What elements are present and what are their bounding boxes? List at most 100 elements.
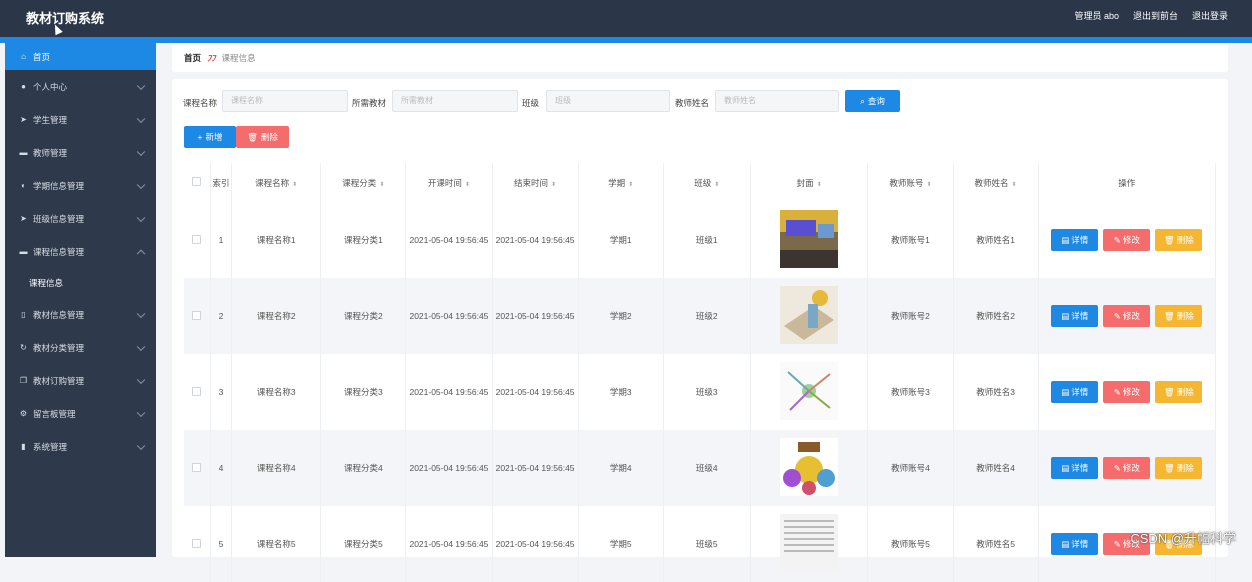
- sidebar-item-textbook-category-management[interactable]: ↻ 教材分类管理: [5, 331, 156, 364]
- cell-cover: [750, 278, 869, 354]
- chevron-down-icon: [136, 342, 146, 351]
- sidebar-item-textbook-management[interactable]: ▯ 教材信息管理: [5, 298, 156, 331]
- edit-button[interactable]: ✎ 修改: [1103, 229, 1151, 251]
- sidebar-item-term-management[interactable]: ◐ 学期信息管理: [5, 169, 156, 202]
- edit-button[interactable]: ✎ 修改: [1103, 305, 1151, 327]
- cell-class: 班级3: [663, 354, 751, 430]
- add-button[interactable]: + 新增: [184, 126, 236, 148]
- logout-link[interactable]: 退出登录: [1192, 9, 1228, 22]
- edit-label: 修改: [1122, 463, 1140, 473]
- cell-start-time: 2021-05-04 19:56:45: [405, 202, 493, 278]
- cell-teacher-account: 教师账号5: [867, 506, 954, 582]
- row-checkbox[interactable]: [192, 234, 202, 244]
- delete-button[interactable]: 🗑 删除: [1155, 229, 1203, 251]
- sidebar-item-system-management[interactable]: ▮ 系统管理: [5, 430, 156, 463]
- delete-button[interactable]: 🗑 删除: [1155, 305, 1203, 327]
- cover-image: [780, 438, 839, 496]
- sidebar-item-class-management[interactable]: ➤ 班级信息管理: [5, 202, 156, 235]
- person-icon: ●: [21, 82, 26, 91]
- cell-term: 学期3: [578, 354, 664, 430]
- sidebar-item-label: 学期信息管理: [33, 180, 85, 191]
- detail-button[interactable]: ▤ 详情: [1051, 305, 1099, 327]
- sidebar-item-label: 学生管理: [33, 114, 68, 125]
- detail-button[interactable]: ▤ 详情: [1051, 533, 1099, 555]
- sort-icon: ⬍: [379, 181, 385, 188]
- sidebar-item-label: 留言板管理: [33, 408, 76, 419]
- chevron-up-icon: [136, 249, 146, 258]
- course-name-input[interactable]: 课程名称: [222, 90, 348, 112]
- sort-icon: ⬍: [551, 181, 557, 188]
- col-end-time[interactable]: 结束时间 ⬍: [492, 163, 579, 202]
- class-input[interactable]: 班级: [546, 90, 670, 112]
- sort-icon: ⬍: [1011, 181, 1017, 188]
- delete-button[interactable]: 🗑 删除: [1155, 457, 1203, 479]
- row-checkbox[interactable]: [192, 310, 202, 320]
- cell-class: 班级4: [663, 430, 751, 506]
- col-cover[interactable]: 封面 ⬍: [750, 163, 869, 202]
- cell-index: 2: [210, 278, 233, 354]
- delete-button[interactable]: 🗑 删除: [1155, 381, 1203, 403]
- breadcrumb-home[interactable]: 首页: [184, 52, 201, 64]
- sidebar-item-student-management[interactable]: ➤ 学生管理: [5, 103, 156, 136]
- table-row: 3 课程名称3 课程分类3 2021-05-04 19:56:45 2021-05-04…: [184, 354, 1217, 430]
- sort-icon: ⬍: [464, 181, 470, 188]
- col-label: 班级: [694, 177, 712, 188]
- delete-label: 删除: [1176, 463, 1194, 473]
- cell-start-time: 2021-05-04 19:56:45: [405, 506, 493, 582]
- edit-label: 修改: [1122, 387, 1140, 397]
- chevron-down-icon: [136, 147, 146, 156]
- chevron-down-icon: [136, 441, 146, 450]
- row-checkbox[interactable]: [192, 386, 202, 396]
- cell-class: 班级5: [663, 506, 751, 582]
- document-icon: ▤: [1061, 462, 1070, 473]
- send-icon: ➤: [20, 214, 27, 223]
- sidebar-item-textbook-order-management[interactable]: ❐ 教材订购管理: [5, 364, 156, 397]
- detail-button[interactable]: ▤ 详情: [1051, 381, 1099, 403]
- col-course-name[interactable]: 课程名称 ⬍: [231, 163, 322, 202]
- edit-button[interactable]: ✎ 修改: [1103, 457, 1151, 479]
- textbook-input[interactable]: 所需教材: [392, 90, 518, 112]
- detail-button[interactable]: ▤ 详情: [1051, 457, 1099, 479]
- col-term[interactable]: 学期 ⬍: [578, 163, 664, 202]
- sidebar-subitem-course-info[interactable]: 课程信息: [5, 268, 156, 298]
- trash-icon: 🗑: [1163, 386, 1175, 397]
- bar-chart-icon: ▮: [21, 442, 26, 451]
- col-teacher-name[interactable]: 教师姓名 ⬍: [953, 163, 1039, 202]
- cover-image: [780, 514, 839, 572]
- col-label: 教师姓名: [974, 177, 1009, 188]
- edit-button[interactable]: ✎ 修改: [1103, 381, 1151, 403]
- sidebar-item-message-board-management[interactable]: ⚙ 留言板管理: [5, 397, 156, 430]
- row-checkbox[interactable]: [192, 538, 202, 548]
- main-panel: 课程名称 课程名称 所需教材 所需教材 班级 班级 教师姓名 教师姓名 ⌕ 查询…: [172, 79, 1228, 582]
- top-accent-line: [0, 37, 1252, 43]
- teacher-name-input[interactable]: 教师姓名: [715, 90, 839, 112]
- course-name-label: 课程名称: [183, 98, 218, 108]
- table-row: 2 课程名称2 课程分类2 2021-05-04 19:56:45 2021-05-04…: [184, 278, 1217, 354]
- query-button-label: 查询: [867, 96, 885, 106]
- col-start-time[interactable]: 开课时间 ⬍: [405, 163, 493, 202]
- cell-cover: [750, 430, 869, 506]
- sidebar-item-personal-center[interactable]: ● 个人中心: [5, 70, 156, 103]
- query-button[interactable]: ⌕ 查询: [845, 90, 900, 112]
- row-select-cell: [184, 506, 211, 582]
- col-index: 索引: [210, 163, 233, 202]
- chevron-down-icon: [136, 81, 146, 90]
- col-course-category[interactable]: 课程分类 ⬍: [320, 163, 407, 202]
- sidebar-item-teacher-management[interactable]: ▬ 教师管理: [5, 136, 156, 169]
- exit-to-front-link[interactable]: 退出到前台: [1133, 9, 1178, 22]
- col-teacher-account[interactable]: 教师账号 ⬍: [867, 163, 954, 202]
- detail-label: 详情: [1071, 463, 1089, 473]
- cell-index: 5: [210, 506, 233, 582]
- chevron-down-icon: [136, 213, 146, 222]
- cell-actions: ▤ 详情 ✎ 修改 🗑 删除: [1038, 354, 1217, 430]
- sidebar-item-course-management[interactable]: ▬ 课程信息管理: [5, 235, 156, 268]
- row-checkbox[interactable]: [192, 462, 202, 472]
- sort-icon: ⬍: [816, 181, 822, 188]
- bulk-delete-button[interactable]: 🗑 删除: [236, 126, 289, 148]
- gear-icon: ⚙: [19, 409, 28, 418]
- detail-button[interactable]: ▤ 详情: [1051, 229, 1099, 251]
- col-class[interactable]: 班级 ⬍: [663, 163, 751, 202]
- cell-teacher-account: 教师账号1: [867, 202, 954, 278]
- sidebar-item-home[interactable]: ⌂ 首页: [5, 43, 156, 70]
- select-all-checkbox[interactable]: [192, 177, 202, 186]
